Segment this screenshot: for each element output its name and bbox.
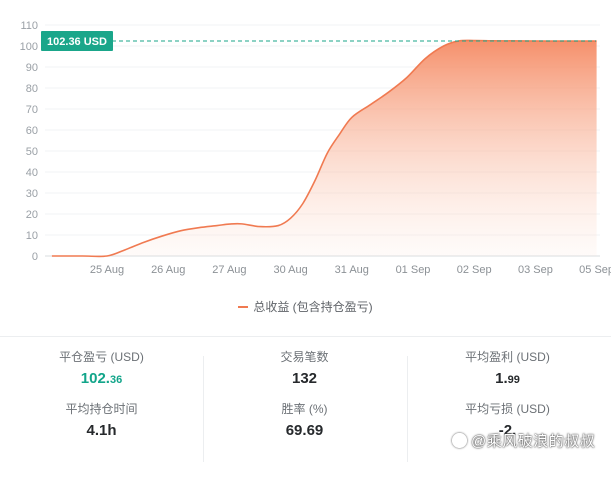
reference-badge-label: 102.36 USD <box>47 36 107 48</box>
stats-column-2: 交易笔数 132 胜率 (%) 69.69 <box>203 350 406 462</box>
x-tick-label: 02 Sep <box>457 264 492 276</box>
y-tick-label: 40 <box>26 167 38 179</box>
chart-legend[interactable]: 总收益 (包含持仓盈亏) <box>0 298 611 315</box>
x-tick-label: 30 Aug <box>273 264 307 276</box>
y-tick-label: 80 <box>26 83 38 95</box>
win-rate-label: 胜率 (%) <box>281 402 328 416</box>
avg-hold-time-value: 4.1h <box>86 422 117 439</box>
pnl-area-chart: 0 10 20 30 40 50 60 70 80 90 100 110 25 Aug 26 Aug 27 … <box>20 20 611 276</box>
y-tick-label: 110 <box>20 20 38 32</box>
x-tick-label: 01 Sep <box>396 264 431 276</box>
avg-profit-value: 1.99 <box>495 370 520 387</box>
legend-label: 总收益 (包含持仓盈亏) <box>253 300 373 314</box>
avg-hold-time-label: 平均持仓时间 <box>65 402 138 416</box>
closed-pnl-label: 平仓盈亏 (USD) <box>59 350 144 364</box>
x-tick-label: 03 Sep <box>518 264 553 276</box>
avg-profit-label: 平均盈利 (USD) <box>465 350 550 364</box>
pnl-chart: 0 10 20 30 40 50 60 70 80 90 100 110 25 Aug 26 Aug 27 … <box>0 0 611 330</box>
x-tick-label: 31 Aug <box>335 264 369 276</box>
x-tick-label: 25 Aug <box>90 264 124 276</box>
x-tick-label: 26 Aug <box>151 264 185 276</box>
watermark: @乘风破浪的叔叔 <box>452 430 595 451</box>
win-rate-value: 69.69 <box>285 422 324 439</box>
legend-swatch <box>238 305 249 308</box>
y-tick-label: 90 <box>26 62 38 74</box>
trade-count-label: 交易笔数 <box>280 350 329 364</box>
x-tick-label: 27 Aug <box>212 264 246 276</box>
y-tick-label: 20 <box>26 209 38 221</box>
closed-pnl-value: 102.36 <box>80 370 123 387</box>
y-tick-label: 70 <box>26 104 38 116</box>
y-tick-label: 0 <box>32 251 38 263</box>
series-area <box>51 40 597 257</box>
y-tick-label: 50 <box>26 146 38 158</box>
weibo-icon <box>452 433 467 448</box>
y-tick-label: 100 <box>20 41 38 53</box>
trade-count-value: 132 <box>291 370 318 387</box>
x-tick-label: 05 Sep <box>579 264 611 276</box>
stats-column-1: 平仓盈亏 (USD) 102.36 平均持仓时间 4.1h <box>0 350 203 462</box>
y-tick-label: 30 <box>26 188 38 200</box>
y-tick-label: 10 <box>26 230 38 242</box>
y-tick-label: 60 <box>26 125 38 137</box>
divider <box>0 336 611 337</box>
avg-loss-label: 平均亏损 (USD) <box>465 402 550 416</box>
